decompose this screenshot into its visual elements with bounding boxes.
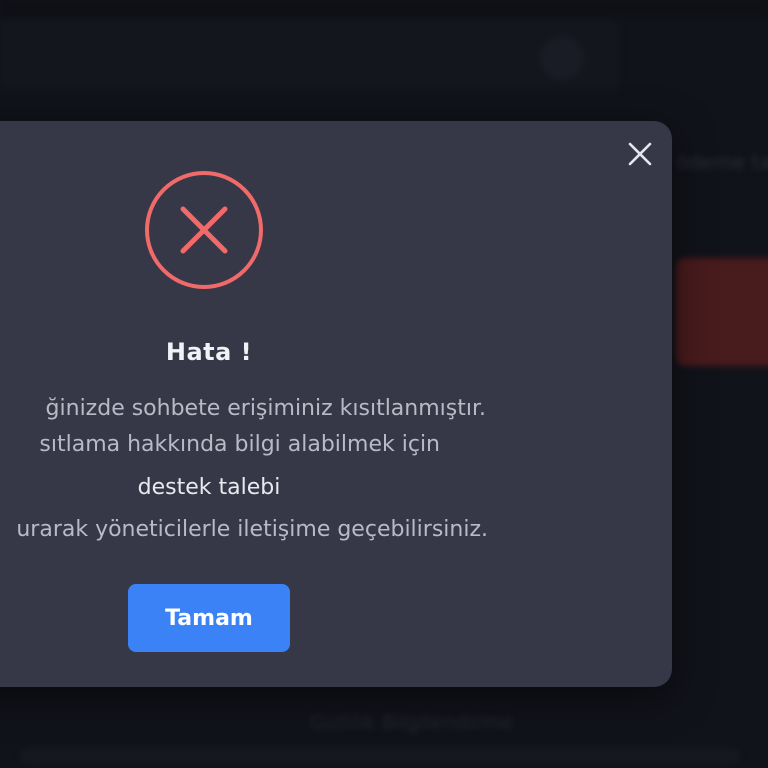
message-line-2: sıtlama hakkında bilgi alabilmek için: [39, 432, 440, 457]
message-line-3: urarak yöneticilerle iletişime geçebilir…: [16, 517, 488, 542]
close-icon: [628, 142, 652, 166]
message-line-1: ğinizde sohbete erişiminiz kısıtlanmıştı…: [45, 396, 486, 421]
close-button[interactable]: [622, 136, 658, 172]
modal-title: Hata !: [165, 338, 253, 366]
page: ödeme talep Gizlilik Bilgilendirme Hata …: [0, 0, 768, 768]
error-circle-x-icon: [145, 171, 263, 289]
ok-button[interactable]: Tamam: [128, 584, 290, 652]
support-request-link[interactable]: destek talebi: [0, 475, 418, 500]
